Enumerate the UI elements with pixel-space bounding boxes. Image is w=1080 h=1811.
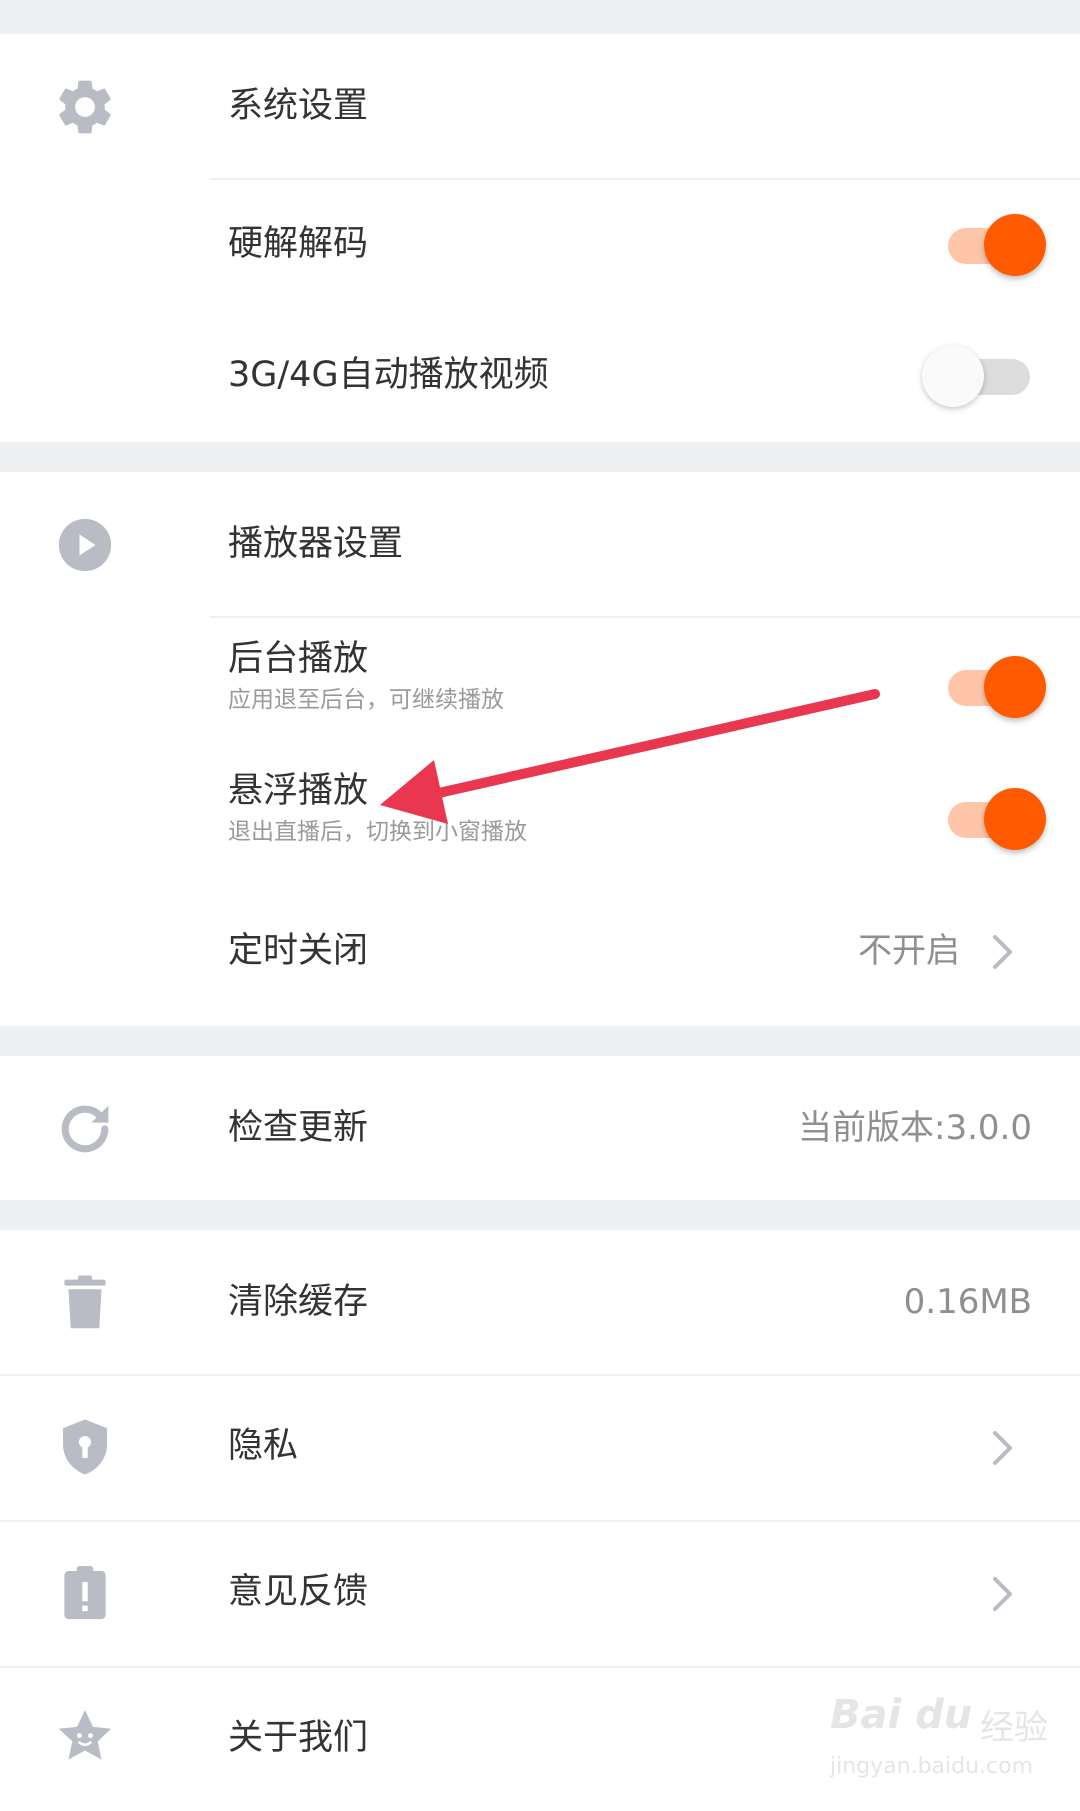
sleep-timer-row[interactable]: 定时关闭 不开启 [0,882,1080,1026]
watermark-url: jingyan.baidu.com [830,1754,1034,1779]
player-settings-section: 播放器设置 后台播放 应用退至后台，可继续播放 悬浮播放 退出直播后，切换到小窗… [0,472,1080,1026]
update-section: 检查更新 当前版本:3.0.0 [0,1056,1080,1200]
hardware-decoding-label: 硬解解码 [228,224,369,264]
background-play-row[interactable]: 后台播放 应用退至后台，可继续播放 [0,618,1080,750]
privacy-label: 隐私 [228,1426,299,1466]
autoplay-mobile-label: 3G/4G自动播放视频 [228,355,549,395]
toggle-knob [922,345,984,407]
system-settings-section: 系统设置 硬解解码 3G/4G自动播放视频 [0,34,1080,442]
player-settings-header: 播放器设置 [0,472,1080,616]
clear-cache-label: 清除缓存 [228,1282,369,1322]
background-play-toggle[interactable] [940,654,1050,720]
player-settings-title: 播放器设置 [228,524,404,564]
floating-play-toggle[interactable] [940,786,1050,852]
chevron-right-icon [992,934,1014,970]
cache-size-value: 0.16MB [903,1282,1032,1322]
background-play-label: 后台播放 [228,639,369,679]
floating-play-label: 悬浮播放 [228,771,369,811]
sleep-timer-value: 不开启 [858,931,960,971]
shield-icon [52,1414,118,1480]
feedback-label: 意见反馈 [228,1572,369,1612]
gear-icon [52,74,118,140]
baidu-watermark: Bai du 经验 jingyan.baidu.com [830,1692,1048,1792]
system-settings-title: 系统设置 [228,86,369,126]
check-update-label: 检查更新 [228,1108,369,1148]
star-face-icon [52,1704,118,1770]
clear-cache-row[interactable]: 清除缓存 0.16MB [0,1230,1080,1374]
privacy-row[interactable]: 隐私 [0,1376,1080,1520]
background-play-description: 应用退至后台，可继续播放 [228,687,504,713]
trash-icon [52,1270,118,1336]
chevron-right-icon [992,1576,1014,1612]
autoplay-mobile-toggle[interactable] [922,343,1032,409]
sleep-timer-label: 定时关闭 [228,931,369,971]
check-update-row[interactable]: 检查更新 当前版本:3.0.0 [0,1056,1080,1200]
clipboard-alert-icon [52,1560,118,1626]
refresh-icon [52,1096,118,1162]
hardware-decoding-toggle[interactable] [940,212,1050,278]
autoplay-mobile-row[interactable]: 3G/4G自动播放视频 [0,310,1080,440]
hardware-decoding-row[interactable]: 硬解解码 [0,180,1080,310]
about-label: 关于我们 [228,1718,369,1758]
play-circle-icon [52,512,118,578]
system-settings-header: 系统设置 [0,34,1080,178]
toggle-knob [984,656,1046,718]
floating-play-row[interactable]: 悬浮播放 退出直播后，切换到小窗播放 [0,750,1080,882]
chevron-right-icon [992,1430,1014,1466]
feedback-row[interactable]: 意见反馈 [0,1522,1080,1666]
watermark-text: 经验 [980,1708,1048,1748]
toggle-knob [984,214,1046,276]
toggle-knob [984,788,1046,850]
floating-play-description: 退出直播后，切换到小窗播放 [228,819,527,845]
current-version-value: 当前版本:3.0.0 [798,1108,1032,1148]
watermark-logo: Bai du [830,1692,973,1738]
